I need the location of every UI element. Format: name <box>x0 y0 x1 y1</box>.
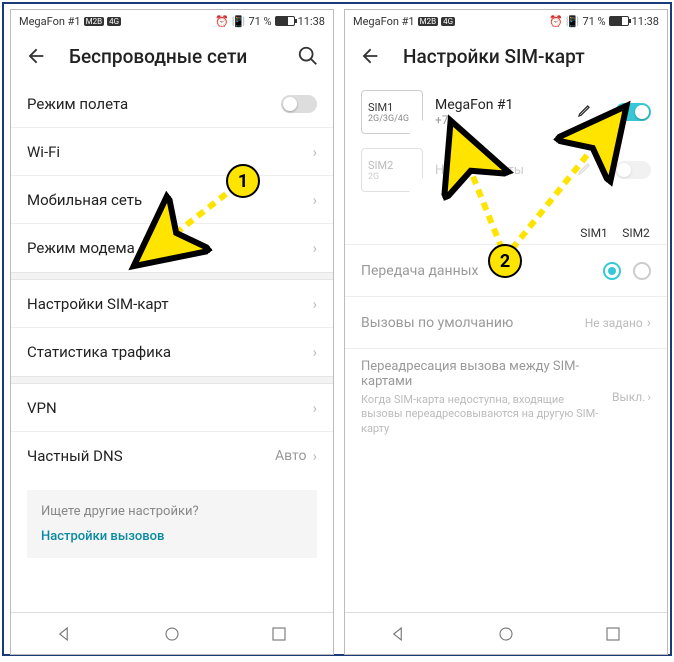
annotation-badge-2: 2 <box>488 244 522 278</box>
annotation-arrow-2 <box>4 4 674 662</box>
annotation-badge-1: 1 <box>226 164 260 198</box>
